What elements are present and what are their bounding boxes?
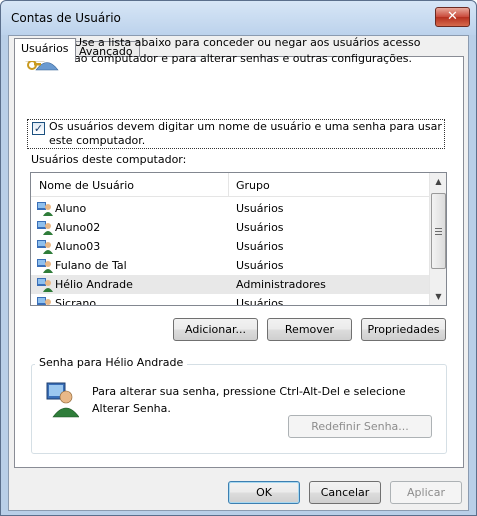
- row-group: Usuários: [236, 259, 284, 272]
- add-user-button[interactable]: Adicionar...: [173, 318, 258, 341]
- user-accounts-window: Contas de Usuário ✕ Usuários Avançado Us…: [0, 0, 477, 516]
- window-title: Contas de Usuário: [11, 11, 121, 25]
- grip-icon: [435, 228, 442, 235]
- password-group-title: Senha para Hélio Andrade: [35, 356, 188, 369]
- user-icon: [37, 297, 51, 305]
- cancel-button[interactable]: Cancelar: [309, 481, 381, 504]
- require-login-label: Os usuários devem digitar um nome de usu…: [49, 120, 442, 147]
- scroll-thumb[interactable]: [431, 193, 446, 269]
- table-row[interactable]: Fulano de Tal Usuários: [31, 256, 429, 275]
- user-icon: [37, 221, 53, 235]
- table-row[interactable]: Sicrano Usuários: [31, 294, 429, 306]
- password-instructions: Para alterar sua senha, pressione Ctrl-A…: [92, 385, 406, 415]
- table-row[interactable]: Aluno Usuários: [31, 199, 429, 218]
- users-listview[interactable]: Nome de Usuário Grupo Aluno Usuários Alu…: [30, 172, 447, 306]
- column-header-group[interactable]: Grupo: [236, 179, 270, 192]
- tab-users[interactable]: Usuários: [14, 38, 76, 61]
- properties-button[interactable]: Propriedades: [361, 318, 446, 341]
- list-header: Nome de Usuário Grupo: [31, 173, 429, 197]
- row-group: Usuários: [236, 297, 284, 306]
- ok-button[interactable]: OK: [228, 481, 300, 504]
- user-icon: [37, 240, 53, 254]
- user-icon: [37, 202, 53, 216]
- user-icon: [37, 278, 53, 292]
- row-username: Sicrano: [55, 297, 97, 306]
- row-username: Hélio Andrade: [55, 278, 133, 291]
- column-separator[interactable]: [228, 173, 229, 197]
- row-username: Aluno03: [55, 240, 101, 253]
- users-list-label: Usuários deste computador:: [31, 153, 187, 166]
- scroll-down-button[interactable]: ▼: [430, 288, 446, 305]
- require-login-checkbox[interactable]: ✓: [32, 122, 45, 135]
- row-group: Usuários: [236, 221, 284, 234]
- user-icon: [37, 259, 53, 273]
- remove-user-button[interactable]: Remover: [267, 318, 352, 341]
- row-group: Usuários: [236, 240, 284, 253]
- table-row[interactable]: Aluno02 Usuários: [31, 218, 429, 237]
- apply-button[interactable]: Aplicar: [390, 481, 462, 504]
- user-key-icon: [46, 382, 79, 418]
- close-button[interactable]: ✕: [435, 7, 470, 27]
- table-row[interactable]: Aluno03 Usuários: [31, 237, 429, 256]
- title-bar[interactable]: Contas de Usuário ✕: [1, 1, 476, 35]
- reset-password-button[interactable]: Redefinir Senha...: [288, 415, 432, 438]
- row-username: Aluno: [55, 202, 87, 215]
- row-group: Administradores: [236, 278, 326, 291]
- row-username: Aluno02: [55, 221, 101, 234]
- scroll-up-button[interactable]: ▲: [430, 173, 446, 190]
- intro-text: Use a lista abaixo para conceder ou nega…: [74, 36, 421, 65]
- vertical-scrollbar[interactable]: ▲ ▼: [429, 173, 446, 305]
- column-header-username[interactable]: Nome de Usuário: [39, 179, 134, 192]
- row-group: Usuários: [236, 202, 284, 215]
- row-username: Fulano de Tal: [55, 259, 127, 272]
- require-login-row[interactable]: ✓ Os usuários devem digitar um nome de u…: [27, 119, 445, 149]
- table-row-selected[interactable]: Hélio Andrade Administradores: [31, 275, 429, 294]
